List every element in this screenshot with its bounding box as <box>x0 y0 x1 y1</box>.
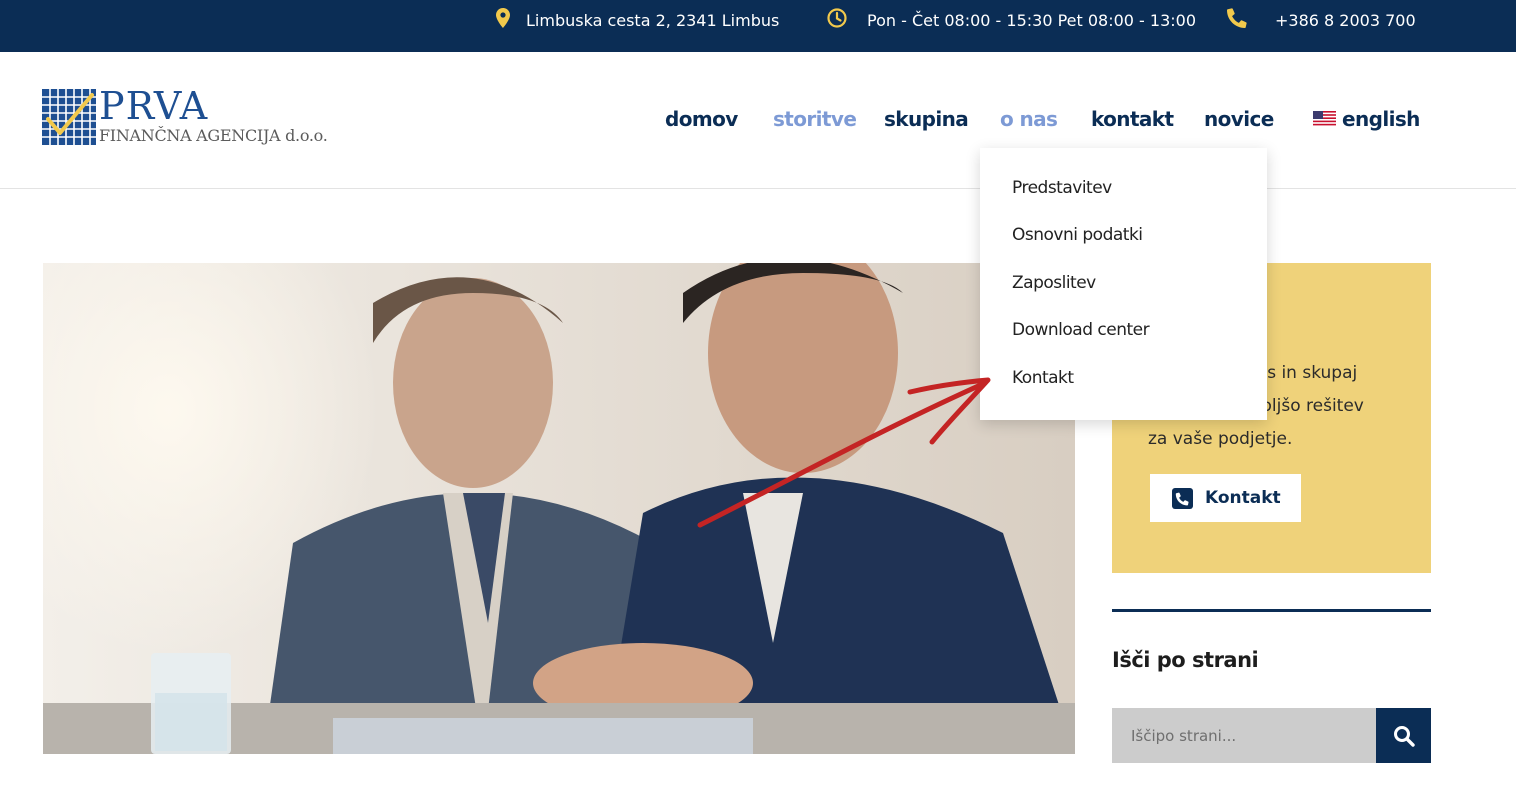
dropdown-item-predstavitev[interactable]: Predstavitev <box>1012 178 1112 198</box>
clock-icon <box>827 8 847 32</box>
search-button[interactable] <box>1376 708 1431 763</box>
call-us-text-line-3: za vaše podjetje. <box>1148 429 1293 449</box>
map-pin-icon <box>496 8 510 32</box>
nav-item-english[interactable]: english <box>1313 107 1420 131</box>
search-widget-title: Išči po strani <box>1112 648 1259 672</box>
phone-info[interactable]: +386 8 2003 700 <box>1227 0 1416 40</box>
top-info-bar: Limbuska cesta 2, 2341 Limbus Pon - Čet … <box>0 0 1516 52</box>
o-nas-dropdown-menu: Predstavitev Osnovni podatki Zaposlitev … <box>980 148 1267 420</box>
dropdown-item-zaposlitev[interactable]: Zaposlitev <box>1012 273 1096 293</box>
dropdown-item-download-center[interactable]: Download center <box>1012 320 1150 340</box>
nav-item-novice[interactable]: novice <box>1204 107 1274 131</box>
address-text: Limbuska cesta 2, 2341 Limbus <box>526 10 780 30</box>
nav-item-kontakt[interactable]: kontakt <box>1091 107 1174 131</box>
business-meeting-photo <box>43 263 1075 754</box>
nav-item-o-nas[interactable]: o nas <box>1000 107 1058 131</box>
site-header: PRVA FINANČNA AGENCIJA d.o.o. domov stor… <box>0 52 1516 189</box>
nav-item-domov[interactable]: domov <box>665 107 738 131</box>
us-flag-icon <box>1313 111 1336 127</box>
main-nav: domov storitve skupina o nas kontakt nov… <box>0 52 1516 189</box>
hours-text: Pon - Čet 08:00 - 15:30 Pet 08:00 - 13:0… <box>867 10 1197 30</box>
hero-image <box>43 263 1075 754</box>
contact-button[interactable]: Kontakt <box>1150 474 1301 522</box>
phone-text[interactable]: +386 8 2003 700 <box>1275 11 1416 30</box>
address-info: Limbuska cesta 2, 2341 Limbus <box>496 0 779 40</box>
search-input[interactable] <box>1112 708 1376 763</box>
dropdown-item-kontakt[interactable]: Kontakt <box>1012 368 1074 388</box>
dropdown-item-osnovni-podatki[interactable]: Osnovni podatki <box>1012 225 1143 245</box>
nav-item-skupina[interactable]: skupina <box>884 107 969 131</box>
nav-item-storitve[interactable]: storitve <box>773 107 857 131</box>
page: Limbuska cesta 2, 2341 Limbus Pon - Čet … <box>0 0 1516 785</box>
contact-button-label: Kontakt <box>1205 488 1281 508</box>
phone-icon <box>1227 8 1247 32</box>
phone-square-icon <box>1172 487 1193 509</box>
search-icon <box>1393 725 1415 747</box>
sidebar-divider <box>1112 609 1431 612</box>
hours-info: Pon - Čet 08:00 - 15:30 Pet 08:00 - 13:0… <box>827 0 1196 40</box>
nav-item-english-label: english <box>1342 107 1420 131</box>
